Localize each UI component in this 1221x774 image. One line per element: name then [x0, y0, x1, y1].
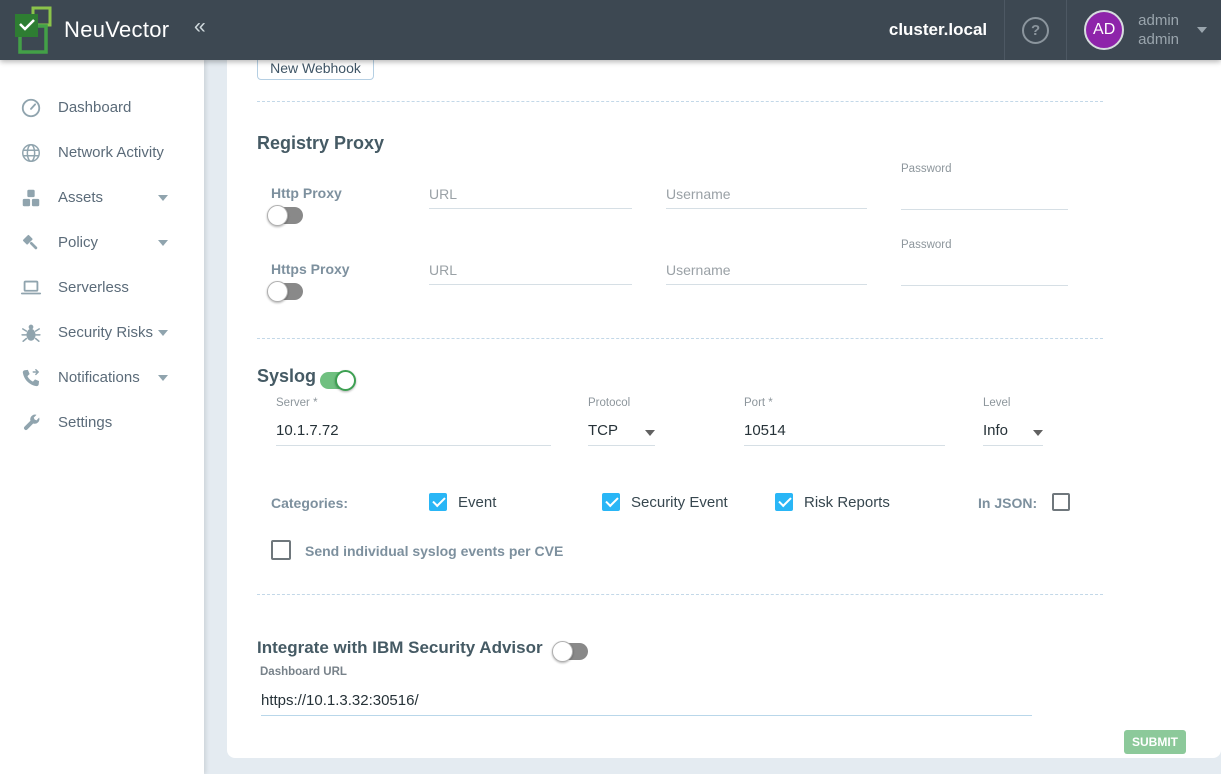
level-select[interactable]: Info [983, 416, 1043, 446]
sidebar-item-serverless[interactable]: Serverless [0, 265, 204, 310]
protocol-label: Protocol [588, 397, 630, 409]
avatar[interactable]: AD [1084, 10, 1124, 50]
category-security-event-checkbox[interactable] [602, 493, 620, 511]
sidebar-item-settings[interactable]: Settings [0, 400, 204, 445]
server-input[interactable] [276, 416, 551, 446]
sidebar-item-policy[interactable]: Policy [0, 220, 204, 265]
help-icon[interactable]: ? [1022, 17, 1049, 44]
wrench-icon [20, 412, 42, 434]
cubes-icon [20, 187, 42, 209]
https-proxy-toggle[interactable] [267, 281, 305, 302]
port-label: Port * [744, 397, 773, 409]
sidebar-item-assets[interactable]: Assets [0, 175, 204, 220]
category-security-event-label: Security Event [631, 494, 728, 511]
protocol-select[interactable]: TCP [588, 416, 655, 446]
header-divider [1004, 0, 1005, 60]
gavel-icon [20, 232, 42, 254]
chevron-down-icon [158, 240, 168, 246]
sidebar-item-network-activity[interactable]: Network Activity [0, 130, 204, 175]
dashboard-url-input[interactable] [261, 686, 1032, 716]
new-webhook-button[interactable]: New Webhook [257, 60, 374, 80]
http-proxy-toggle[interactable] [267, 205, 305, 226]
user-menu[interactable]: admin admin [1138, 11, 1179, 49]
http-proxy-label: Http Proxy [271, 185, 342, 201]
top-navbar: NeuVector « cluster.local ? AD admin adm… [0, 0, 1221, 60]
cve-per-event-label: Send individual syslog events per CVE [305, 543, 563, 559]
category-risk-reports-label: Risk Reports [804, 494, 890, 511]
server-label: Server * [276, 397, 318, 409]
protocol-value: TCP [588, 422, 618, 439]
sidebar-item-label: Policy [58, 234, 98, 251]
cve-per-event-checkbox[interactable] [271, 540, 291, 560]
in-json-label: In JSON: [978, 495, 1037, 511]
sidebar-item-label: Serverless [58, 279, 129, 296]
level-value: Info [983, 422, 1008, 439]
settings-panel: New Webhook Registry Proxy Http Proxy Pa… [227, 60, 1221, 758]
http-proxy-password-label: Password [901, 163, 952, 175]
ibm-advisor-toggle[interactable] [552, 641, 590, 662]
submit-button[interactable]: SUBMIT [1124, 730, 1186, 754]
syslog-toggle[interactable] [318, 370, 356, 391]
sidebar-item-label: Settings [58, 414, 112, 431]
chevron-down-icon [158, 330, 168, 336]
phone-icon [20, 367, 42, 389]
sidebar-item-label: Security Risks [58, 324, 153, 341]
category-event-label: Event [458, 494, 496, 511]
bug-icon [20, 322, 42, 344]
laptop-icon [20, 277, 42, 299]
category-event-checkbox[interactable] [429, 493, 447, 511]
syslog-title: Syslog [257, 366, 316, 387]
chevron-down-icon [158, 195, 168, 201]
user-name: admin [1138, 11, 1179, 30]
sidebar-item-label: Dashboard [58, 99, 131, 116]
header-divider [1066, 0, 1067, 60]
sidebar-item-label: Notifications [58, 369, 140, 386]
chevron-down-icon [645, 430, 655, 436]
sidebar-item-label: Assets [58, 189, 103, 206]
brand-title: NeuVector [64, 17, 169, 43]
https-proxy-label: Https Proxy [271, 261, 350, 277]
http-proxy-url-input[interactable] [429, 181, 632, 209]
category-risk-reports-checkbox[interactable] [775, 493, 793, 511]
in-json-checkbox[interactable] [1052, 493, 1070, 511]
sidebar-item-security-risks[interactable]: Security Risks [0, 310, 204, 355]
categories-label: Categories: [271, 495, 348, 511]
registry-proxy-title: Registry Proxy [257, 133, 384, 154]
ibm-advisor-title: Integrate with IBM Security Advisor [257, 638, 543, 658]
cluster-name: cluster.local [889, 20, 987, 40]
section-divider [257, 338, 1103, 339]
sidebar-collapse-button[interactable]: « [194, 15, 206, 39]
https-proxy-username-input[interactable] [666, 257, 867, 285]
https-proxy-password-input[interactable] [901, 258, 1068, 286]
user-role: admin [1138, 30, 1179, 49]
section-divider [257, 594, 1103, 595]
sidebar-item-dashboard[interactable]: Dashboard [0, 85, 204, 130]
chevron-down-icon[interactable] [1197, 27, 1207, 33]
gauge-icon [20, 97, 42, 119]
chevron-down-icon [1033, 430, 1043, 436]
port-input[interactable] [744, 416, 945, 446]
http-proxy-username-input[interactable] [666, 181, 867, 209]
sidebar: Dashboard Network Activity Assets Policy… [0, 60, 204, 774]
https-proxy-url-input[interactable] [429, 257, 632, 285]
https-proxy-password-label: Password [901, 239, 952, 251]
sidebar-item-notifications[interactable]: Notifications [0, 355, 204, 400]
neuvector-logo-icon [12, 5, 58, 55]
http-proxy-password-input[interactable] [901, 182, 1068, 210]
section-divider [257, 101, 1103, 102]
sidebar-item-label: Network Activity [58, 144, 164, 161]
chevron-down-icon [158, 375, 168, 381]
globe-icon [20, 142, 42, 164]
dashboard-url-label: Dashboard URL [260, 666, 347, 678]
level-label: Level [983, 397, 1011, 409]
